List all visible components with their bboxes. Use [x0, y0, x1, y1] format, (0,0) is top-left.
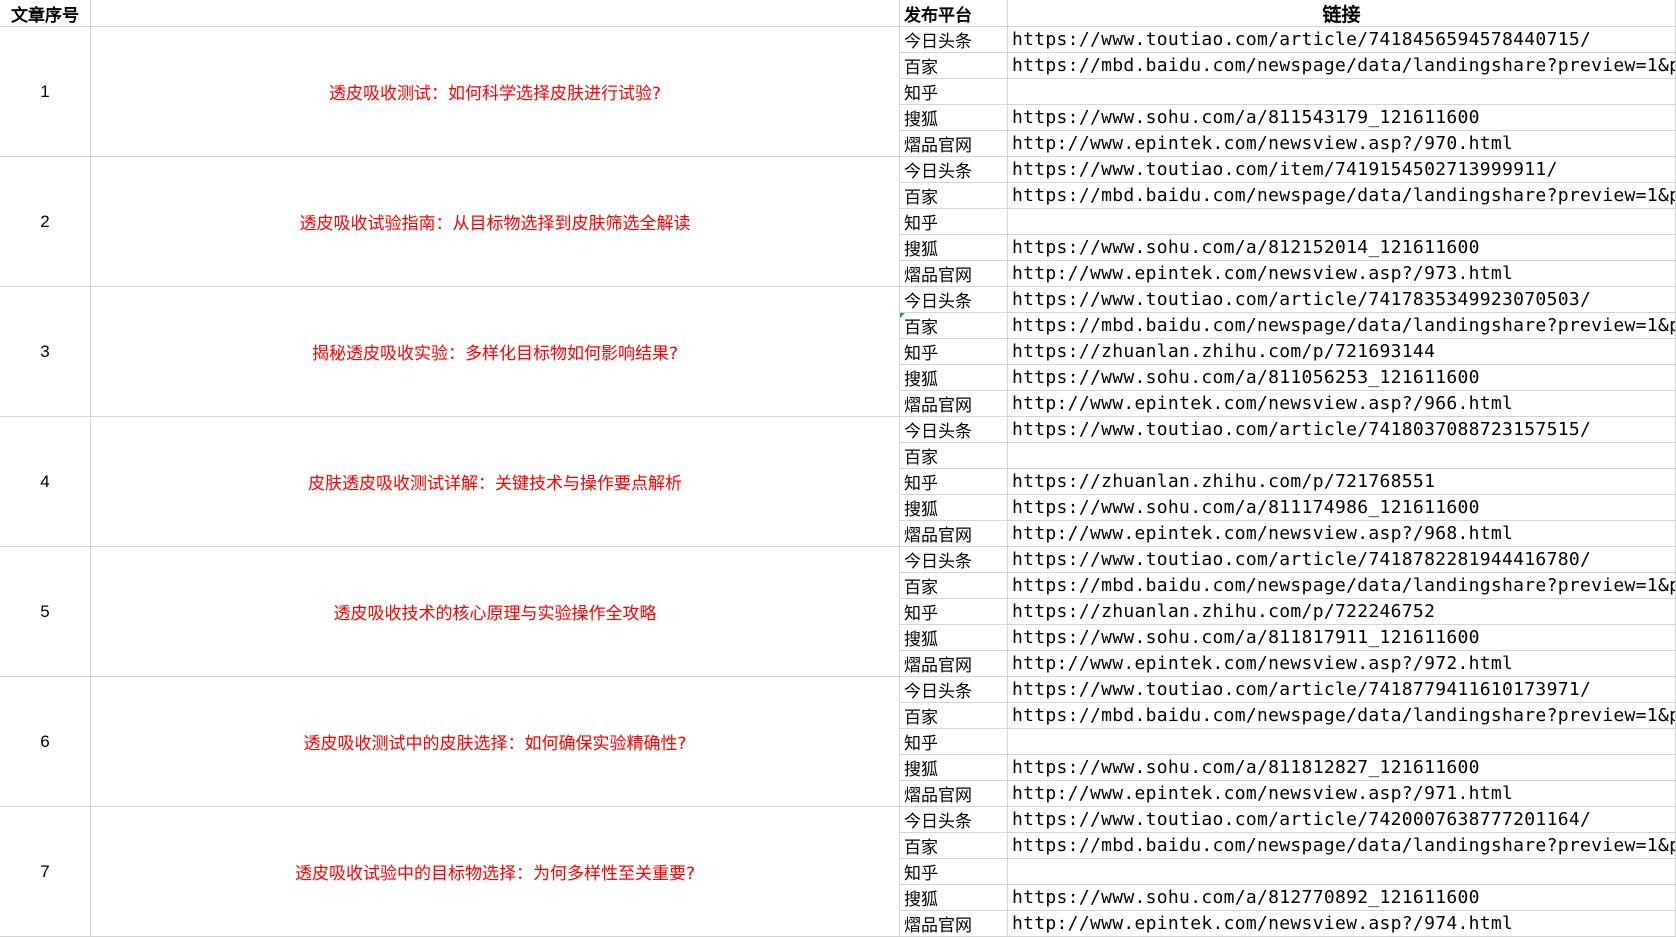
link-cell[interactable]	[1008, 209, 1676, 235]
article-seq-cell[interactable]: 2	[0, 157, 91, 287]
article-title-cell[interactable]: 透皮吸收测试中的皮肤选择：如何确保实验精确性?	[91, 677, 900, 807]
platform-cell[interactable]: 今日头条	[900, 27, 1008, 53]
article-seq-cell[interactable]: 6	[0, 677, 91, 807]
article-title-cell[interactable]: 透皮吸收试验中的目标物选择：为何多样性至关重要?	[91, 807, 900, 937]
article-seq-cell[interactable]: 7	[0, 807, 91, 937]
link-cell[interactable]	[1008, 729, 1676, 755]
link-cell[interactable]: https://www.toutiao.com/article/74184565…	[1008, 27, 1676, 53]
link-cell[interactable]: https://www.sohu.com/a/811812827_1216116…	[1008, 755, 1676, 781]
platform-cell[interactable]: 搜狐	[900, 755, 1008, 781]
article-title-cell[interactable]: 透皮吸收测试：如何科学选择皮肤进行试验?	[91, 27, 900, 157]
article-title-cell[interactable]: 皮肤透皮吸收测试详解：关键技术与操作要点解析	[91, 417, 900, 547]
link-cell[interactable]	[1008, 79, 1676, 105]
platform-cell[interactable]: 今日头条	[900, 157, 1008, 183]
link-cell[interactable]: https://www.sohu.com/a/812152014_1216116…	[1008, 235, 1676, 261]
header-title[interactable]	[91, 0, 900, 27]
link-cell[interactable]: https://www.sohu.com/a/811056253_1216116…	[1008, 365, 1676, 391]
link-cell[interactable]: https://zhuanlan.zhihu.com/p/721768551	[1008, 469, 1676, 495]
spreadsheet-grid: 文章序号 发布平台 链接 1 透皮吸收测试：如何科学选择皮肤进行试验? 今日头条 ht…	[0, 0, 1676, 937]
platform-cell[interactable]: 熠品官网	[900, 391, 1008, 417]
platform-cell[interactable]: 搜狐	[900, 105, 1008, 131]
platform-cell[interactable]: 搜狐	[900, 495, 1008, 521]
link-cell[interactable]: https://mbd.baidu.com/newspage/data/land…	[1008, 183, 1676, 209]
link-cell[interactable]: http://www.epintek.com/newsview.asp?/974…	[1008, 911, 1676, 937]
link-cell[interactable]: https://mbd.baidu.com/newspage/data/land…	[1008, 573, 1676, 599]
link-cell[interactable]: https://www.sohu.com/a/812770892_1216116…	[1008, 885, 1676, 911]
link-cell[interactable]: https://zhuanlan.zhihu.com/p/722246752	[1008, 599, 1676, 625]
platform-cell[interactable]: 今日头条	[900, 807, 1008, 833]
platform-cell[interactable]: 熠品官网	[900, 911, 1008, 937]
platform-cell[interactable]: 百家	[900, 313, 1008, 339]
platform-cell[interactable]: 今日头条	[900, 417, 1008, 443]
link-cell[interactable]: https://www.sohu.com/a/811817911_1216116…	[1008, 625, 1676, 651]
platform-cell[interactable]: 搜狐	[900, 365, 1008, 391]
platform-label: 百家	[904, 318, 938, 338]
link-cell[interactable]: http://www.epintek.com/newsview.asp?/973…	[1008, 261, 1676, 287]
article-seq-cell[interactable]: 4	[0, 417, 91, 547]
link-cell[interactable]: https://mbd.baidu.com/newspage/data/land…	[1008, 833, 1676, 859]
platform-cell[interactable]: 百家	[900, 703, 1008, 729]
article-title-cell[interactable]: 透皮吸收技术的核心原理与实验操作全攻略	[91, 547, 900, 677]
article-seq-cell[interactable]: 1	[0, 27, 91, 157]
platform-cell[interactable]: 百家	[900, 53, 1008, 79]
article-title-cell[interactable]: 揭秘透皮吸收实验：多样化目标物如何影响结果?	[91, 287, 900, 417]
platform-cell[interactable]: 今日头条	[900, 547, 1008, 573]
platform-cell[interactable]: 搜狐	[900, 235, 1008, 261]
link-cell[interactable]: http://www.epintek.com/newsview.asp?/972…	[1008, 651, 1676, 677]
platform-cell[interactable]: 搜狐	[900, 885, 1008, 911]
link-cell[interactable]: https://mbd.baidu.com/newspage/data/land…	[1008, 703, 1676, 729]
platform-cell[interactable]: 熠品官网	[900, 261, 1008, 287]
link-cell[interactable]: https://www.toutiao.com/article/74180370…	[1008, 417, 1676, 443]
article-seq-cell[interactable]: 3	[0, 287, 91, 417]
platform-cell[interactable]: 知乎	[900, 729, 1008, 755]
platform-cell[interactable]: 百家	[900, 573, 1008, 599]
link-cell[interactable]: https://www.toutiao.com/article/74200076…	[1008, 807, 1676, 833]
link-cell[interactable]: http://www.epintek.com/newsview.asp?/966…	[1008, 391, 1676, 417]
link-cell[interactable]: https://www.toutiao.com/article/74187794…	[1008, 677, 1676, 703]
article-seq-cell[interactable]: 5	[0, 547, 91, 677]
link-cell[interactable]: https://mbd.baidu.com/newspage/data/land…	[1008, 53, 1676, 79]
header-link[interactable]: 链接	[1008, 0, 1676, 27]
platform-cell[interactable]: 熠品官网	[900, 521, 1008, 547]
link-cell[interactable]: https://www.toutiao.com/article/74187822…	[1008, 547, 1676, 573]
link-cell[interactable]: https://www.sohu.com/a/811543179_1216116…	[1008, 105, 1676, 131]
link-cell[interactable]: https://zhuanlan.zhihu.com/p/721693144	[1008, 339, 1676, 365]
link-cell[interactable]	[1008, 443, 1676, 469]
platform-cell[interactable]: 熠品官网	[900, 651, 1008, 677]
link-cell[interactable]: http://www.epintek.com/newsview.asp?/968…	[1008, 521, 1676, 547]
link-cell[interactable]: https://www.toutiao.com/item/74191545027…	[1008, 157, 1676, 183]
platform-cell[interactable]: 知乎	[900, 79, 1008, 105]
comment-marker-icon	[900, 313, 905, 318]
platform-cell[interactable]: 今日头条	[900, 287, 1008, 313]
spreadsheet: 文章序号 发布平台 链接 1 透皮吸收测试：如何科学选择皮肤进行试验? 今日头条 ht…	[0, 0, 1676, 937]
platform-cell[interactable]: 知乎	[900, 859, 1008, 885]
link-cell[interactable]: http://www.epintek.com/newsview.asp?/970…	[1008, 131, 1676, 157]
platform-cell[interactable]: 百家	[900, 833, 1008, 859]
platform-cell[interactable]: 百家	[900, 443, 1008, 469]
link-cell[interactable]: https://mbd.baidu.com/newspage/data/land…	[1008, 313, 1676, 339]
platform-cell[interactable]: 百家	[900, 183, 1008, 209]
platform-cell[interactable]: 知乎	[900, 599, 1008, 625]
link-cell[interactable]: https://www.toutiao.com/article/74178353…	[1008, 287, 1676, 313]
platform-cell[interactable]: 知乎	[900, 339, 1008, 365]
link-cell[interactable]	[1008, 859, 1676, 885]
link-cell[interactable]: https://www.sohu.com/a/811174986_1216116…	[1008, 495, 1676, 521]
platform-cell[interactable]: 熠品官网	[900, 781, 1008, 807]
header-seq[interactable]: 文章序号	[0, 0, 91, 27]
platform-cell[interactable]: 知乎	[900, 469, 1008, 495]
article-title-cell[interactable]: 透皮吸收试验指南：从目标物选择到皮肤筛选全解读	[91, 157, 900, 287]
link-cell[interactable]: http://www.epintek.com/newsview.asp?/971…	[1008, 781, 1676, 807]
platform-cell[interactable]: 知乎	[900, 209, 1008, 235]
platform-cell[interactable]: 熠品官网	[900, 131, 1008, 157]
header-platform[interactable]: 发布平台	[900, 0, 1008, 27]
platform-cell[interactable]: 今日头条	[900, 677, 1008, 703]
platform-cell[interactable]: 搜狐	[900, 625, 1008, 651]
